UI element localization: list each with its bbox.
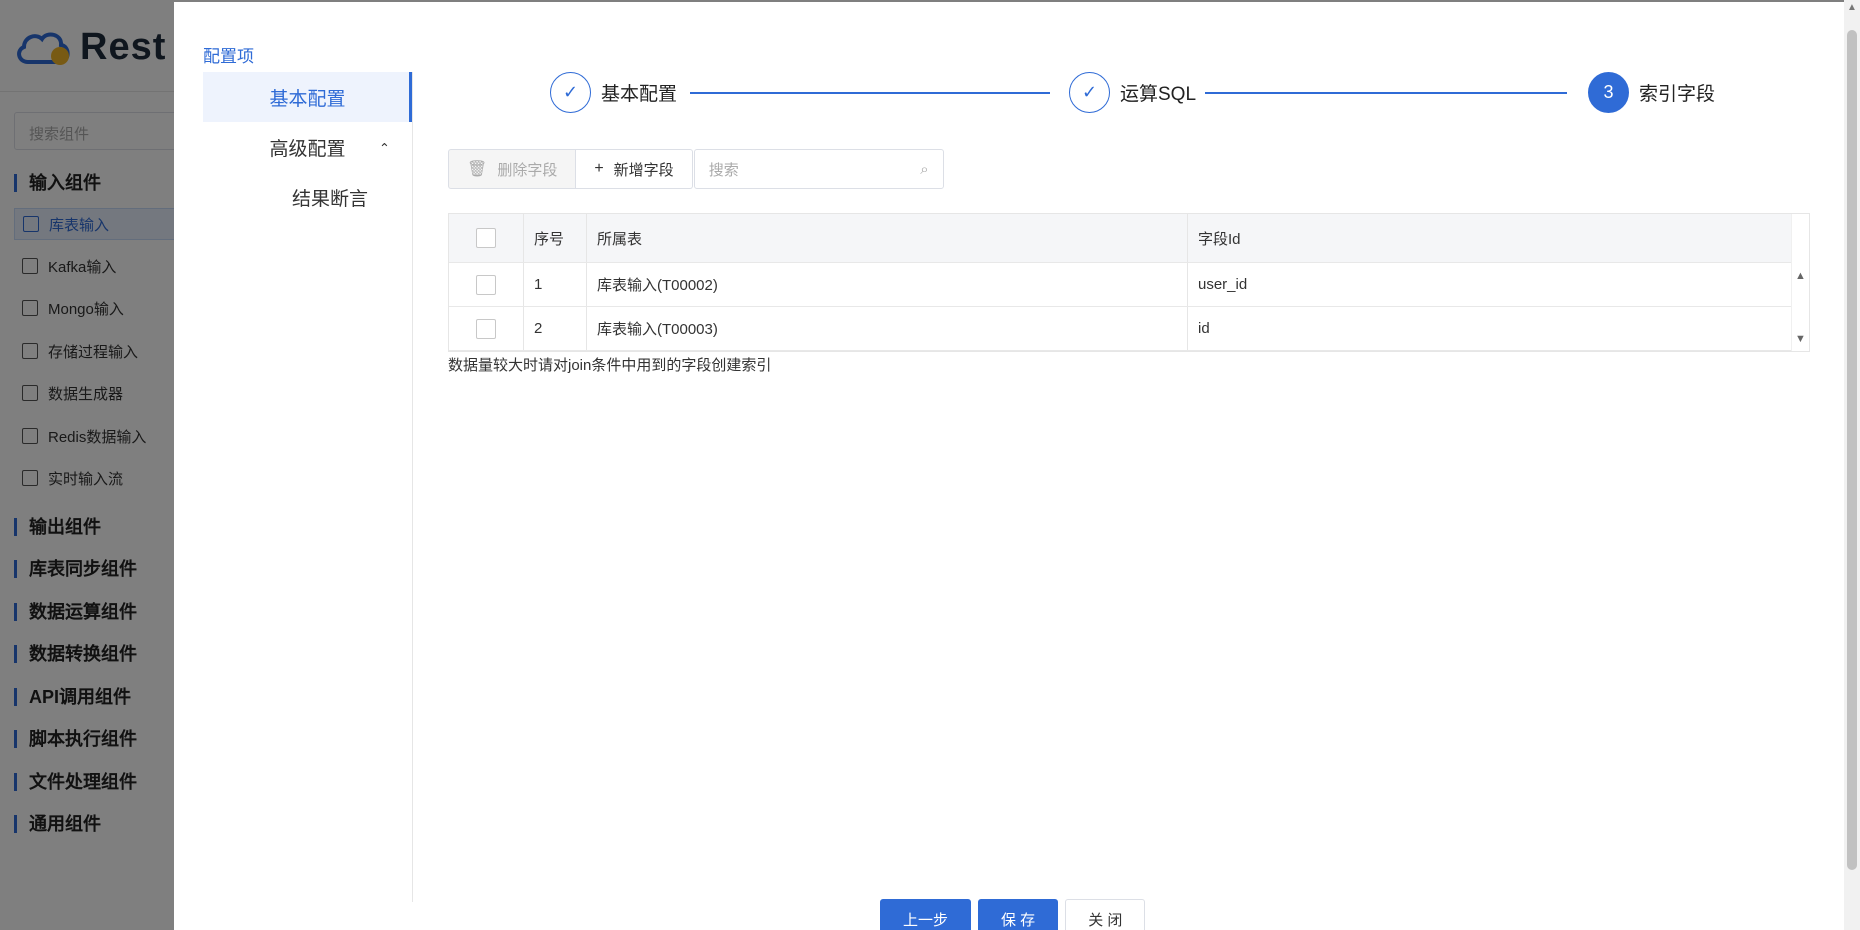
table-row[interactable]: 1 库表输入(T00002) user_id: [449, 263, 1809, 307]
table-cell: 2: [524, 307, 587, 350]
config-drawer: 配置项 基本配置 高级配置 ⌄ 结果断言 ✓ 基本配置 ✓ 运算SQL 3 索引字…: [174, 2, 1844, 930]
scrollbar-thumb[interactable]: [1847, 30, 1857, 870]
select-all-checkbox[interactable]: [476, 228, 496, 248]
column-header: 字段Id: [1198, 230, 1241, 248]
add-field-button[interactable]: + 新增字段: [576, 149, 693, 189]
step-connector: [1205, 92, 1567, 94]
table-header-row: 序号 所属表 字段Id: [449, 214, 1809, 263]
scroll-up-icon[interactable]: ▲: [1847, 2, 1857, 13]
step-label: 基本配置: [601, 84, 678, 105]
row-select-cell: [449, 263, 524, 306]
nav-item-assertion[interactable]: 结果断言: [203, 172, 412, 222]
delete-field-button[interactable]: 🗑 删除字段: [448, 149, 577, 189]
scroll-down-icon[interactable]: ▼: [1795, 333, 1806, 345]
step-number: 3: [1588, 72, 1629, 113]
column-header: 序号: [524, 214, 587, 262]
nav-divider: [412, 72, 413, 902]
table-cell: 1: [524, 263, 587, 306]
check-icon: ✓: [550, 72, 591, 113]
nav-item-basic[interactable]: 基本配置: [203, 72, 412, 122]
table-scrollbar[interactable]: ▲ ▼: [1791, 214, 1809, 351]
check-icon: ✓: [1069, 72, 1110, 113]
chevron-up-icon: ⌄: [379, 140, 390, 155]
select-all-cell: [449, 214, 524, 262]
row-select-cell: [449, 307, 524, 350]
search-placeholder: 搜索: [708, 161, 739, 179]
step-label: 运算SQL: [1120, 84, 1197, 105]
table-row[interactable]: 2 库表输入(T00003) id: [449, 307, 1809, 351]
table-cell: 库表输入(T00002): [587, 263, 1188, 306]
close-button[interactable]: 关 闭: [1065, 899, 1146, 930]
step-basic: ✓ 基本配置: [550, 72, 677, 113]
index-hint: 数据量较大时请对join条件中用到的字段创建索引: [448, 357, 772, 374]
step-sql: ✓ 运算SQL: [1069, 72, 1196, 113]
plus-icon: +: [594, 160, 604, 177]
page-scrollbar[interactable]: ▲: [1844, 0, 1860, 930]
drawer-footer: 上一步 保 存 关 闭: [880, 899, 1146, 930]
config-nav: 基本配置 高级配置 ⌄ 结果断言: [203, 72, 412, 222]
column-header: 所属表: [587, 214, 1188, 262]
step-connector: [690, 92, 1050, 94]
prev-step-button[interactable]: 上一步: [880, 899, 972, 930]
button-label: 新增字段: [613, 161, 674, 179]
row-checkbox[interactable]: [476, 318, 496, 339]
step-label: 索引字段: [1639, 84, 1716, 105]
field-search-input[interactable]: 搜索 ⌕: [693, 149, 944, 189]
steps: ✓ 基本配置 ✓ 运算SQL 3 索引字段: [550, 72, 1730, 114]
nav-item-advanced[interactable]: 高级配置 ⌄: [203, 122, 412, 172]
table-cell: 库表输入(T00003): [587, 307, 1188, 350]
nav-title: 配置项: [203, 47, 254, 66]
nav-active-indicator: [409, 72, 412, 122]
search-icon: ⌕: [920, 160, 929, 178]
row-checkbox[interactable]: [476, 274, 496, 295]
save-button[interactable]: 保 存: [978, 899, 1059, 930]
index-field-table: 序号 所属表 字段Id 1 库表输入(T00002) user_id 2 库表输…: [448, 213, 1810, 352]
step-index: 3 索引字段: [1588, 72, 1715, 113]
field-toolbar: 🗑 删除字段 + 新增字段 搜索 ⌕: [448, 149, 944, 189]
button-label: 删除字段: [497, 161, 558, 179]
scroll-up-icon[interactable]: ▲: [1795, 270, 1806, 282]
table-cell: id: [1198, 320, 1210, 337]
nav-item-label: 高级配置: [269, 138, 346, 160]
nav-item-label: 结果断言: [292, 188, 369, 210]
table-cell: user_id: [1198, 276, 1248, 293]
trash-icon: 🗑: [467, 161, 488, 178]
nav-item-label: 基本配置: [269, 88, 346, 110]
